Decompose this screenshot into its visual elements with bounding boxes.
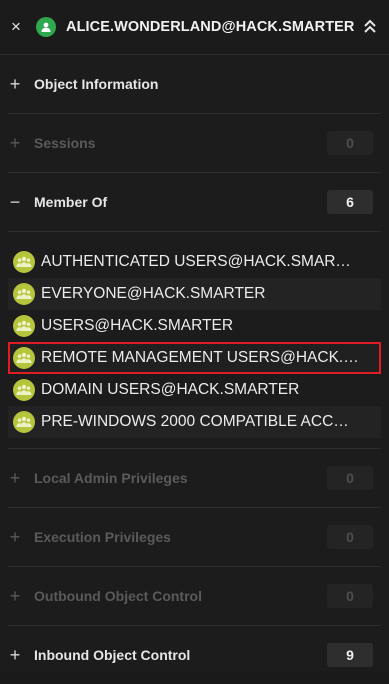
count-badge: 0 [327,584,373,608]
section-member-of[interactable]: − Member Of 6 [8,173,381,232]
expand-icon: + [9,527,21,547]
section-object-information[interactable]: + Object Information [8,55,381,114]
section-label: Outbound Object Control [34,588,202,604]
member-name: AUTHENTICATED USERS@HACK.SMARTER [41,253,359,270]
group-icon [13,347,35,369]
member-name: USERS@HACK.SMARTER [41,317,234,334]
member-name: DOMAIN USERS@HACK.SMARTER [41,381,300,398]
section-label: Execution Privileges [34,529,171,545]
section-label: Member Of [34,194,108,210]
count-badge: 0 [327,131,373,155]
list-item-member[interactable]: PRE-WINDOWS 2000 COMPATIBLE ACCES... [8,406,381,438]
section-inbound-object-control[interactable]: + Inbound Object Control 9 [8,626,381,684]
count-badge: 0 [327,525,373,549]
count-badge: 9 [327,643,373,667]
group-icon [13,283,35,305]
expand-icon: + [9,586,21,606]
group-icon [13,315,35,337]
section-execution-privileges: + Execution Privileges 0 [8,508,381,567]
expand-icon: + [9,468,21,488]
group-icon [13,251,35,273]
list-item-member[interactable]: USERS@HACK.SMARTER [8,310,381,342]
list-item-member-highlighted[interactable]: REMOTE MANAGEMENT USERS@HACK.S... [8,342,381,374]
node-title: ALICE.WONDERLAND@HACK.SMARTER [66,19,355,35]
user-icon [36,17,56,37]
collapse-section-icon: − [9,192,21,212]
section-label: Inbound Object Control [34,647,191,663]
node-info-panel: × ALICE.WONDERLAND@HACK.SMARTER + Object… [0,0,389,671]
section-sessions: + Sessions 0 [8,114,381,173]
member-name: PRE-WINDOWS 2000 COMPATIBLE ACCES... [41,413,359,430]
list-item-member[interactable]: EVERYONE@HACK.SMARTER [8,278,381,310]
list-item-member[interactable]: AUTHENTICATED USERS@HACK.SMARTER [8,246,381,278]
group-icon [13,379,35,401]
expand-icon: + [9,645,21,665]
section-label: Sessions [34,135,96,151]
member-name: REMOTE MANAGEMENT USERS@HACK.S... [41,349,359,366]
chevrons-up-icon[interactable] [361,17,379,37]
count-badge: 0 [327,466,373,490]
section-local-admin-privileges: + Local Admin Privileges 0 [8,449,381,508]
section-outbound-object-control: + Outbound Object Control 0 [8,567,381,626]
section-label: Local Admin Privileges [34,470,188,486]
section-label: Object Information [34,76,159,92]
member-name: EVERYONE@HACK.SMARTER [41,285,266,302]
expand-icon: + [9,133,21,153]
count-badge: 6 [327,190,373,214]
close-icon[interactable]: × [4,17,28,37]
list-item-member[interactable]: DOMAIN USERS@HACK.SMARTER [8,374,381,406]
panel-header: × ALICE.WONDERLAND@HACK.SMARTER [0,0,389,55]
expand-icon: + [9,74,21,94]
member-of-list: AUTHENTICATED USERS@HACK.SMARTER EVERYON… [8,232,381,449]
group-icon [13,411,35,433]
